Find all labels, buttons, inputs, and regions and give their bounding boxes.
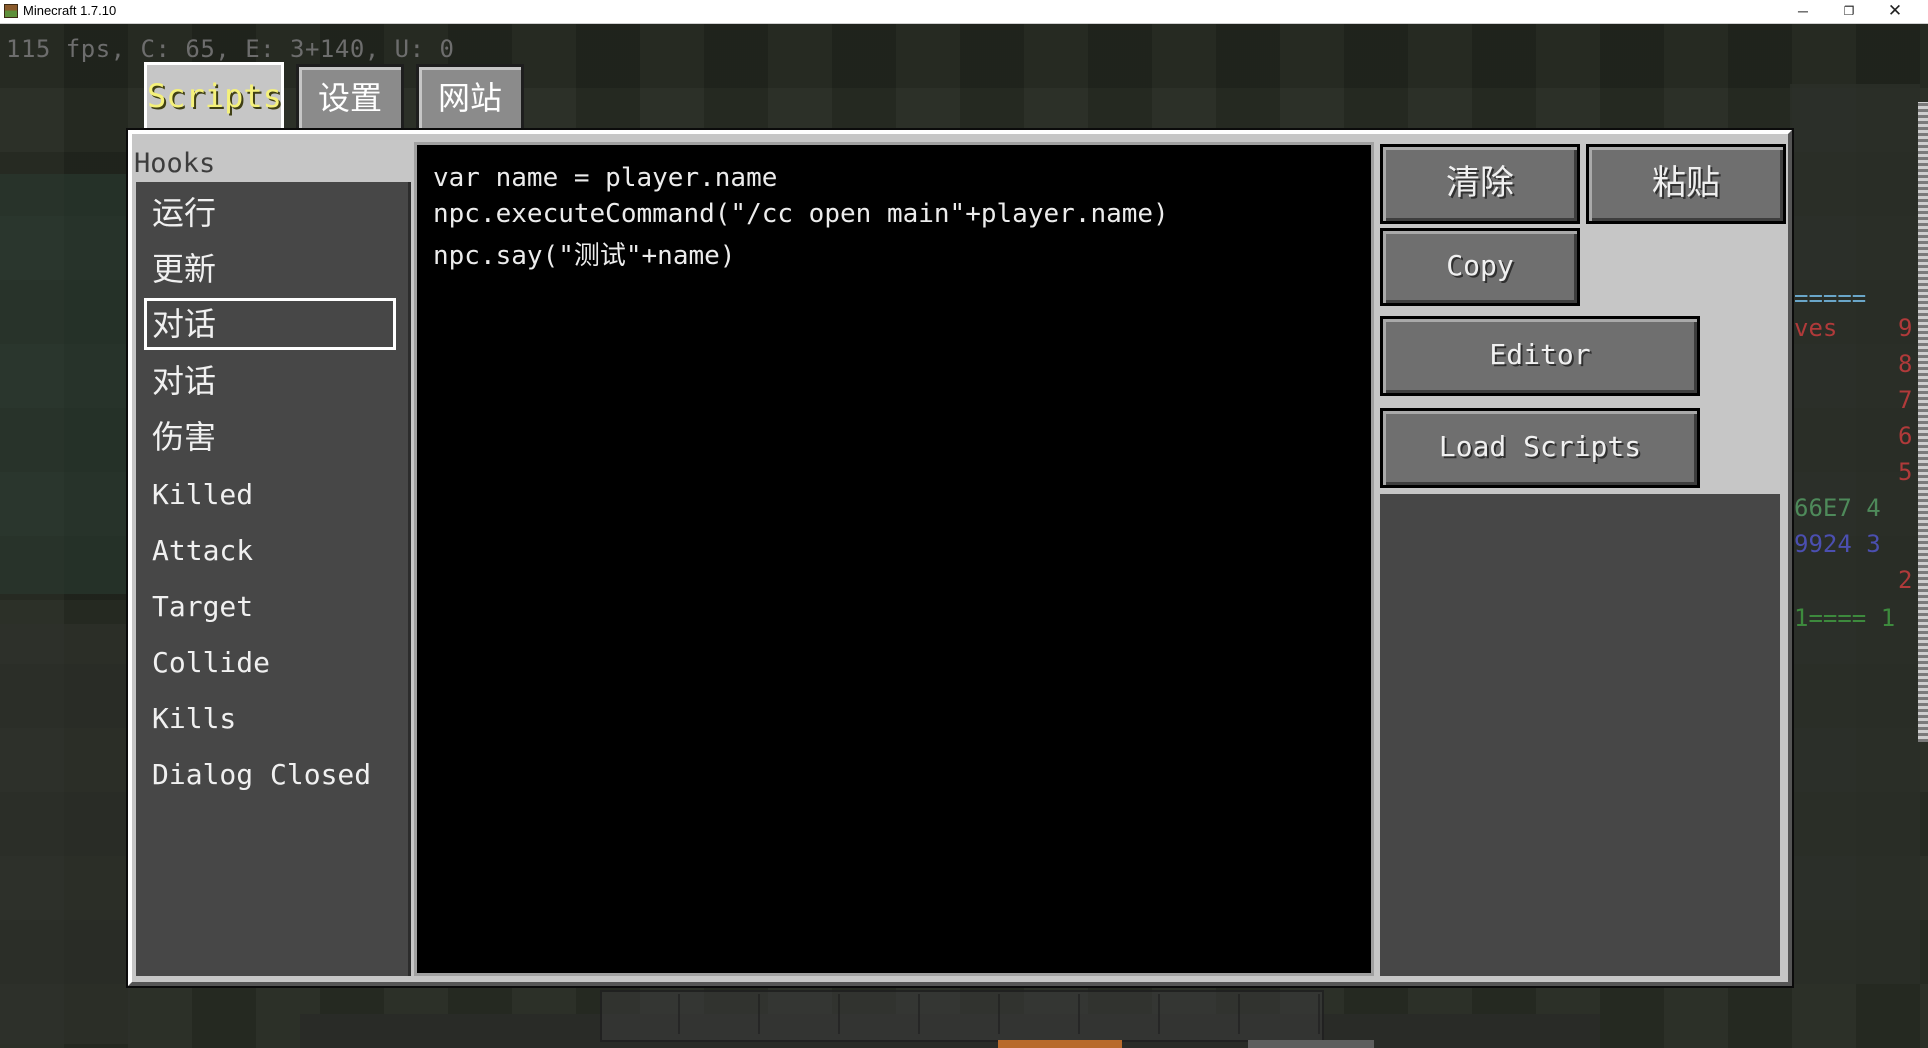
hotbar-slot [1002, 994, 1080, 1034]
minimize-icon[interactable]: ─ [1780, 0, 1826, 22]
load-scripts-button[interactable]: Load Scripts [1380, 408, 1700, 488]
scoreboard-line: 66E7 4 [1794, 494, 1881, 522]
tab-scripts[interactable]: Scripts [144, 62, 284, 138]
hook-item-collide[interactable]: Collide [144, 638, 396, 690]
hook-item-dialog[interactable]: 对话 [144, 356, 396, 408]
hook-item-damaged[interactable]: 伤害 [144, 412, 396, 464]
tab-settings[interactable]: 设置 [296, 64, 404, 130]
hook-item-run[interactable]: 运行 [144, 188, 396, 240]
editor-button[interactable]: Editor [1380, 316, 1700, 396]
hotbar-slot [922, 994, 1000, 1034]
hotbar-slot [602, 994, 680, 1034]
background-block [0, 174, 130, 594]
scoreboard-line: ves [1794, 314, 1838, 342]
scoreboard-line: 9 [1898, 314, 1913, 342]
experience-bar [998, 1040, 1122, 1048]
clear-button[interactable]: 清除 [1380, 144, 1580, 224]
hook-item-target[interactable]: Target [144, 582, 396, 634]
window-titlebar: Minecraft 1.7.10 ─ ❐ ✕ [0, 0, 1928, 24]
scoreboard-line: 2 [1898, 566, 1913, 594]
scoreboard-line: 6 [1898, 422, 1913, 450]
hotbar-slot [682, 994, 760, 1034]
scoreboard-line: ===== [1794, 284, 1867, 312]
window-title: Minecraft 1.7.10 [23, 3, 117, 18]
hook-item-dialog-closed[interactable]: Dialog Closed [144, 750, 396, 802]
code-line: var name = player.name [433, 163, 778, 193]
hotbar-slot [1082, 994, 1160, 1034]
hook-item-update[interactable]: 更新 [144, 244, 396, 296]
restore-icon[interactable]: ❐ [1826, 0, 1872, 22]
script-editor[interactable]: var name = player.name npc.executeComman… [414, 142, 1374, 976]
debug-fps-text: 115 fps, C: 65, E: 3+140, U: 0 [6, 35, 455, 63]
scoreboard-line: 9924 3 [1794, 530, 1881, 558]
code-line: npc.say("测试"+name) [433, 241, 736, 271]
tab-website[interactable]: 网站 [416, 64, 524, 130]
paste-button[interactable]: 粘贴 [1586, 144, 1786, 224]
close-icon[interactable]: ✕ [1872, 0, 1918, 22]
hotbar-slot [842, 994, 920, 1034]
copy-button[interactable]: Copy [1380, 228, 1580, 306]
scoreboard-line: 7 [1898, 386, 1913, 414]
hook-item-kills[interactable]: Kills [144, 694, 396, 746]
hooks-list[interactable]: 运行 更新 对话 对话 伤害 Killed Attack Target Coll… [136, 182, 411, 976]
code-line: npc.executeCommand("/cc open main"+playe… [433, 199, 1169, 229]
hook-item-killed[interactable]: Killed [144, 470, 396, 522]
hooks-title: Hooks [134, 148, 216, 179]
scoreboard-line: 1==== 1 [1794, 604, 1896, 632]
side-scrollbar [1918, 102, 1928, 742]
minecraft-app-icon [4, 4, 18, 18]
hook-item-attack[interactable]: Attack [144, 526, 396, 578]
hotbar-slot [1242, 994, 1320, 1034]
hotbar-slot [762, 994, 840, 1034]
hotbar [600, 990, 1324, 1042]
hotbar-slot [1162, 994, 1240, 1034]
hook-item-dialog-selected[interactable]: 对话 [144, 298, 396, 350]
scoreboard-line: 8 [1898, 350, 1913, 378]
scoreboard-line: 5 [1898, 458, 1913, 486]
script-list[interactable] [1380, 494, 1780, 976]
hunger-bar [1248, 1040, 1374, 1048]
background-block [0, 624, 130, 1044]
